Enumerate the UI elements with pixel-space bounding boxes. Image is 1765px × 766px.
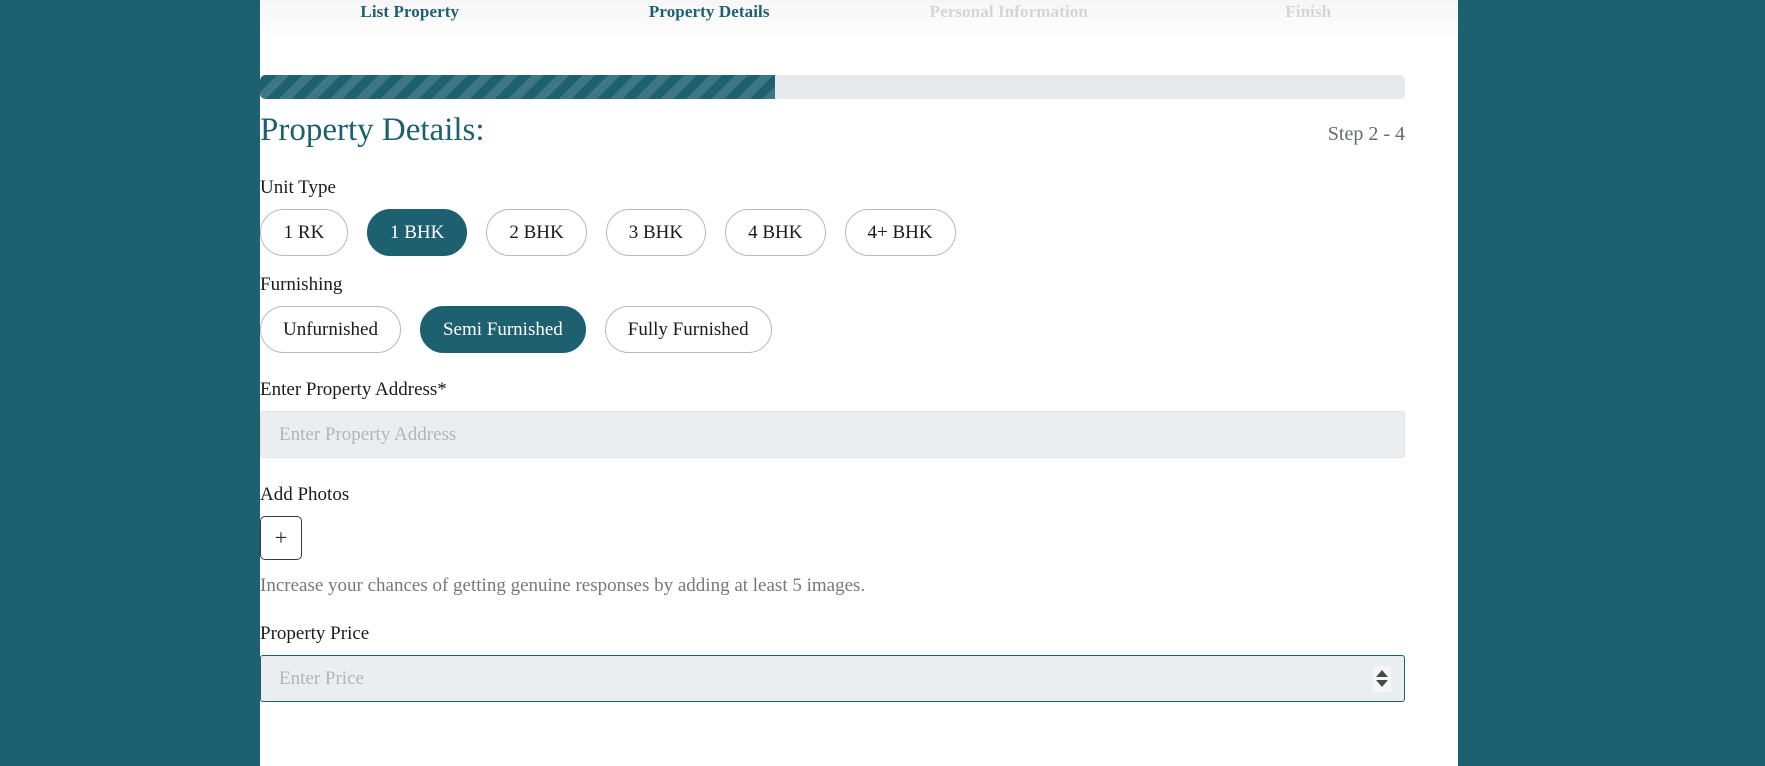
progress-bar-fill (260, 75, 776, 99)
caret-down-icon[interactable] (1376, 680, 1388, 688)
unit-type-option-2-bhk[interactable]: 2 BHK (486, 209, 587, 257)
stepper-step-personal-information[interactable]: Personal Information (859, 0, 1159, 40)
stepper-step-label: Personal Information (929, 2, 1088, 21)
property-price-label: Property Price (260, 623, 370, 645)
step-counter: Step 2 - 4 (1327, 123, 1405, 145)
stepper-step-label: Finish (1285, 2, 1332, 21)
stepper-step-label: Property Details (648, 2, 770, 21)
property-price-stepper[interactable] (1373, 665, 1391, 692)
add-photos-hint: Increase your chances of getting genuine… (260, 575, 866, 597)
furnishing-option-fully-furnished[interactable]: Fully Furnished (604, 306, 772, 354)
unit-type-option-1-bhk[interactable]: 1 BHK (367, 209, 468, 257)
stepper-step-property-details[interactable]: Property Details (560, 0, 860, 40)
form-card: List Property Property Details Personal … (260, 0, 1458, 766)
unit-type-option-3-bhk[interactable]: 3 BHK (605, 209, 707, 257)
furnishing-options: Unfurnished Semi Furnished Fully Furnish… (260, 306, 1405, 354)
property-price-input[interactable] (260, 655, 1405, 703)
address-label: Enter Property Address* (260, 379, 447, 401)
page-title: Property Details: (260, 112, 485, 148)
property-price-field (260, 655, 1405, 703)
unit-type-option-4-bhk[interactable]: 4 BHK (725, 209, 826, 257)
title-row: Property Details: Step 2 - 4 (260, 110, 1405, 151)
furnishing-option-semi-furnished[interactable]: Semi Furnished (419, 306, 586, 354)
furnishing-option-unfurnished[interactable]: Unfurnished (260, 306, 401, 354)
page-root: List Property Property Details Personal … (0, 0, 1765, 766)
stepper-step-label: List Property (360, 2, 460, 21)
unit-type-options: 1 RK 1 BHK 2 BHK 3 BHK 4 BHK 4+ BHK (260, 209, 1405, 257)
progress-bar (260, 75, 1405, 99)
unit-type-option-4-plus-bhk[interactable]: 4+ BHK (844, 209, 956, 257)
furnishing-label: Furnishing (260, 274, 343, 296)
add-photos-label: Add Photos (260, 484, 350, 506)
stepper: List Property Property Details Personal … (260, 0, 1458, 40)
add-photo-button[interactable]: + (260, 516, 302, 561)
stepper-step-list-property[interactable]: List Property (260, 0, 560, 40)
unit-type-option-1-rk[interactable]: 1 RK (260, 209, 348, 257)
stepper-step-finish[interactable]: Finish (1159, 0, 1459, 40)
form-content: Property Details: Step 2 - 4 Unit Type 1… (260, 110, 1405, 703)
unit-type-label: Unit Type (260, 177, 336, 199)
caret-up-icon[interactable] (1376, 670, 1388, 678)
address-input[interactable] (260, 411, 1405, 459)
